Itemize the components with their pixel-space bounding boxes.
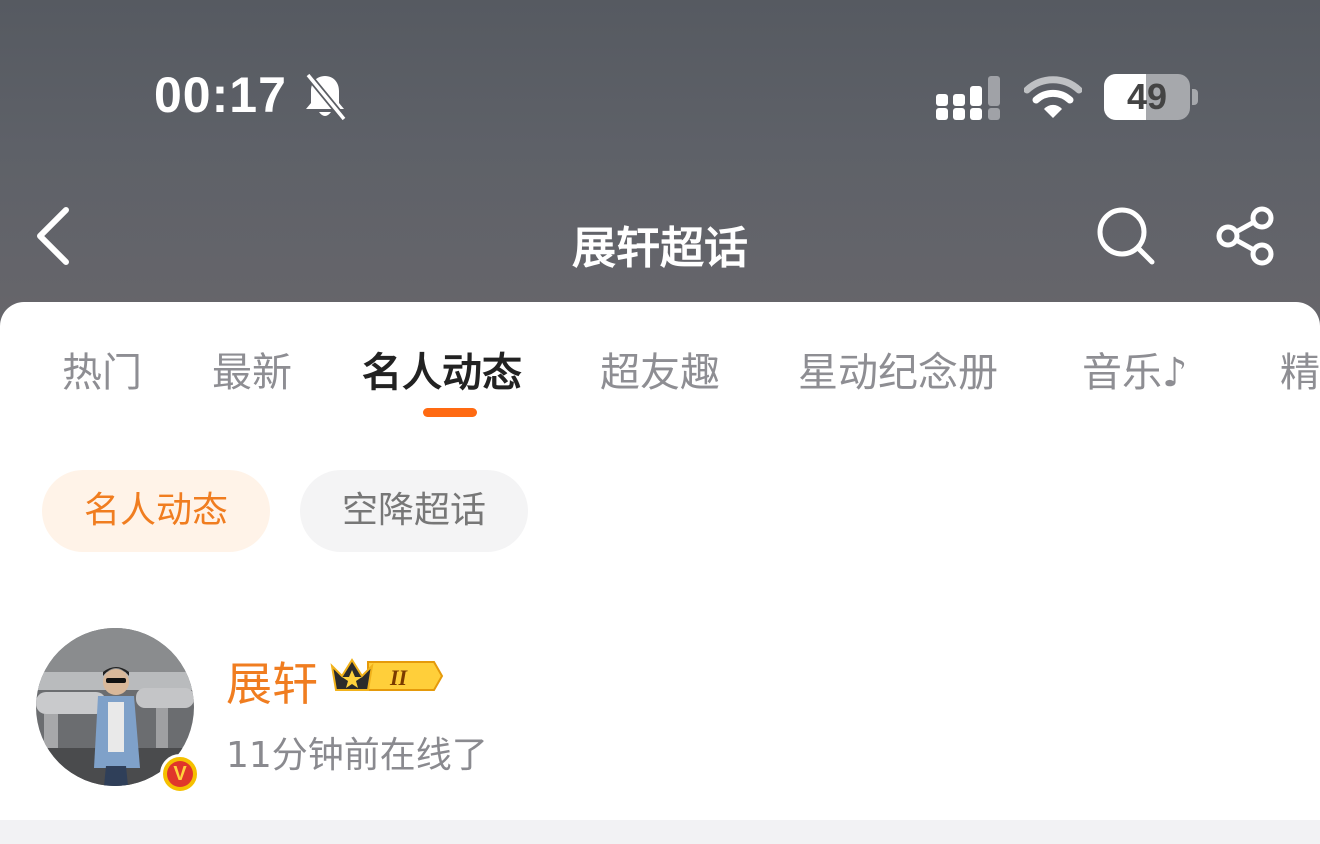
bell-slash-icon xyxy=(302,72,348,126)
rank-badge-label: II xyxy=(389,665,409,690)
cellular-signal-icon xyxy=(936,76,1006,126)
tab-star-album[interactable]: 星动纪念册 xyxy=(798,340,998,398)
tab-featured[interactable]: 精 xyxy=(1280,340,1320,398)
battery-cap xyxy=(1192,89,1198,105)
crown-rank-badge-icon: II xyxy=(328,654,444,702)
tab-bar: 热门 最新 名人动态 超友趣 星动纪念册 音乐♪ 精 xyxy=(0,340,1320,400)
search-icon[interactable] xyxy=(1094,204,1158,272)
verified-badge-letter: V xyxy=(167,761,193,787)
status-bar: 00:17 49 xyxy=(0,0,1320,190)
wifi-icon xyxy=(1023,74,1083,124)
filter-chip-celebrity-news[interactable]: 名人动态 xyxy=(42,470,270,552)
tab-super-friends[interactable]: 超友趣 xyxy=(600,340,720,398)
tab-latest[interactable]: 最新 xyxy=(212,340,292,398)
navbar: 展轩超话 xyxy=(0,190,1320,290)
status-time: 00:17 xyxy=(154,67,287,123)
username[interactable]: 展轩 xyxy=(226,648,318,714)
verified-badge-icon: V xyxy=(160,754,200,794)
filter-chip-airdrop[interactable]: 空降超话 xyxy=(300,470,528,552)
header: 00:17 49 展轩超话 xyxy=(0,0,1320,330)
content-panel: 热门 最新 名人动态 超友趣 星动纪念册 音乐♪ 精 名人动态 空降超话 V 展… xyxy=(0,302,1320,820)
tab-hot[interactable]: 热门 xyxy=(62,340,142,398)
battery-icon: 49 xyxy=(1104,74,1190,120)
online-status: 11分钟前在线了 xyxy=(226,735,488,776)
share-icon[interactable] xyxy=(1214,204,1278,272)
tab-celebrity-news[interactable]: 名人动态 xyxy=(362,340,522,398)
battery-level: 49 xyxy=(1126,76,1168,117)
active-tab-indicator xyxy=(423,408,477,417)
tab-music[interactable]: 音乐♪ xyxy=(1082,340,1188,398)
